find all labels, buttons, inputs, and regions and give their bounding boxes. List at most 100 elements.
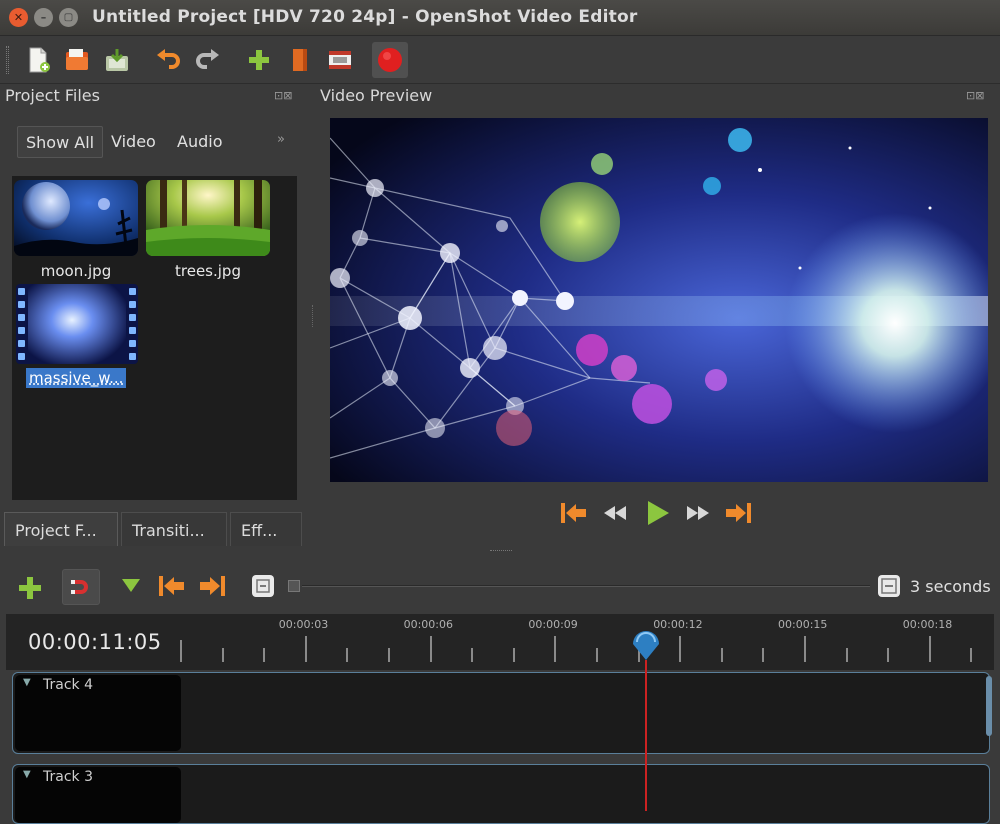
file-item[interactable]: trees.jpg [146, 180, 270, 280]
zoom-in-icon [878, 575, 900, 597]
magnet-icon [63, 570, 99, 604]
tab-transitions[interactable]: Transiti... [121, 512, 227, 546]
track-row[interactable]: ▼ Track 4 [12, 672, 990, 754]
redo-icon [194, 46, 222, 74]
ruler-major-tick [804, 636, 806, 662]
track-header[interactable] [15, 767, 181, 823]
ruler-minor-tick [346, 648, 348, 662]
file-name-selected: massive_w... [26, 368, 126, 388]
next-marker-button[interactable] [198, 573, 228, 603]
tab-transitions-label: Transiti... [132, 521, 205, 540]
next-marker-icon [198, 573, 228, 599]
dock-splitter[interactable] [490, 550, 512, 553]
title-bar: ✕ – ▢ Untitled Project [HDV 720 24p] - O… [0, 0, 1000, 36]
ruler-minor-tick [846, 648, 848, 662]
save-project-icon [103, 46, 131, 74]
ruler-minor-tick [513, 648, 515, 662]
zoom-out-button[interactable] [252, 575, 274, 597]
playhead-line [645, 660, 647, 811]
main-toolbar [0, 36, 1000, 84]
playback-controls [558, 496, 768, 530]
ruler-minor-tick [263, 648, 265, 662]
fast-forward-button[interactable] [684, 503, 712, 527]
ruler-tick-label: 00:00:15 [778, 618, 827, 631]
ruler-major-tick [430, 636, 432, 662]
record-icon [376, 46, 404, 74]
collapse-track-icon[interactable]: ▼ [23, 677, 31, 688]
file-filter-tabs: Show All Video Audio » [17, 126, 297, 160]
jump-start-button[interactable] [558, 500, 588, 530]
undo-button[interactable] [150, 42, 186, 78]
new-project-button[interactable] [20, 42, 56, 78]
ruler-minor-tick [887, 648, 889, 662]
timeline-ruler[interactable]: 00:00:11:05 00:00:03 00:00:06 00:00:09 00:0… [6, 614, 994, 670]
fast-forward-icon [684, 503, 712, 523]
ruler-major-tick [679, 636, 681, 662]
tab-audio-label: Audio [177, 132, 222, 151]
jump-start-icon [558, 500, 588, 526]
moon-thumbnail [14, 180, 138, 256]
minimize-window-button[interactable]: – [34, 8, 53, 27]
zoom-level-label: 3 seconds [910, 577, 991, 596]
timeline-toolbar: 3 seconds [0, 566, 1000, 610]
collapse-track-icon[interactable]: ▼ [23, 769, 31, 780]
maximize-window-button[interactable]: ▢ [59, 8, 78, 27]
jump-end-icon [724, 500, 754, 526]
close-window-button[interactable]: ✕ [9, 8, 28, 27]
video-thumbnail [16, 284, 138, 364]
video-preview-dock-buttons[interactable]: ⊡⊠ [966, 89, 984, 102]
previous-marker-button[interactable] [156, 573, 186, 603]
tab-show-all[interactable]: Show All [17, 126, 103, 158]
ruler-tick-label: 00:00:09 [528, 618, 577, 631]
ruler-minor-tick [762, 648, 764, 662]
video-preview-canvas [330, 118, 988, 482]
play-button[interactable] [644, 498, 672, 532]
tab-video-label: Video [111, 132, 156, 151]
project-files-title: Project Files [5, 86, 100, 105]
project-files-grid: moon.jpg trees.jpg massive_w... [12, 176, 297, 500]
new-project-icon [24, 46, 52, 74]
add-marker-button[interactable] [120, 576, 142, 600]
toolbar-grip [6, 46, 9, 74]
jump-end-button[interactable] [724, 500, 754, 530]
ruler-minor-tick [388, 648, 390, 662]
undo-icon [154, 46, 182, 74]
file-item[interactable]: massive_w... [16, 284, 138, 364]
project-files-dock-buttons[interactable]: ⊡⊠ [274, 89, 292, 102]
zoom-slider-handle[interactable] [288, 580, 300, 592]
track-header[interactable] [15, 675, 181, 751]
snapping-toggle[interactable] [62, 569, 100, 605]
ruler-tick-label: 00:00:18 [903, 618, 952, 631]
file-name: moon.jpg [14, 262, 138, 280]
window-title: Untitled Project [HDV 720 24p] - OpenSho… [92, 7, 637, 27]
playhead[interactable] [631, 628, 661, 811]
timeline-scrollbar[interactable] [986, 676, 992, 736]
file-item[interactable]: moon.jpg [14, 180, 138, 280]
open-project-icon [63, 46, 91, 74]
save-project-button[interactable] [99, 42, 135, 78]
export-film-button[interactable] [322, 42, 358, 78]
ruler-minor-tick [222, 648, 224, 662]
open-project-button[interactable] [59, 42, 95, 78]
tab-effects[interactable]: Eff... [230, 512, 302, 546]
rewind-button[interactable] [602, 503, 630, 527]
ruler-major-tick [929, 636, 931, 662]
import-files-button[interactable] [241, 42, 277, 78]
ruler-minor-tick [721, 648, 723, 662]
more-tabs-button[interactable]: » [277, 132, 285, 147]
record-button[interactable] [372, 42, 408, 78]
zoom-in-button[interactable] [878, 575, 900, 597]
track-row[interactable]: ▼ Track 3 [12, 764, 990, 824]
preview-frame-image [330, 118, 988, 482]
ruler-minor-tick [471, 648, 473, 662]
add-track-icon [16, 574, 44, 602]
tab-effects-label: Eff... [241, 521, 277, 540]
panel-splitter[interactable] [312, 305, 315, 327]
tab-project-files[interactable]: Project F... [4, 512, 118, 546]
redo-button[interactable] [190, 42, 226, 78]
choose-profile-button[interactable] [282, 42, 318, 78]
add-track-button[interactable] [16, 574, 44, 606]
zoom-slider-track[interactable] [302, 585, 870, 587]
import-files-icon [245, 46, 273, 74]
export-film-icon [326, 46, 354, 74]
